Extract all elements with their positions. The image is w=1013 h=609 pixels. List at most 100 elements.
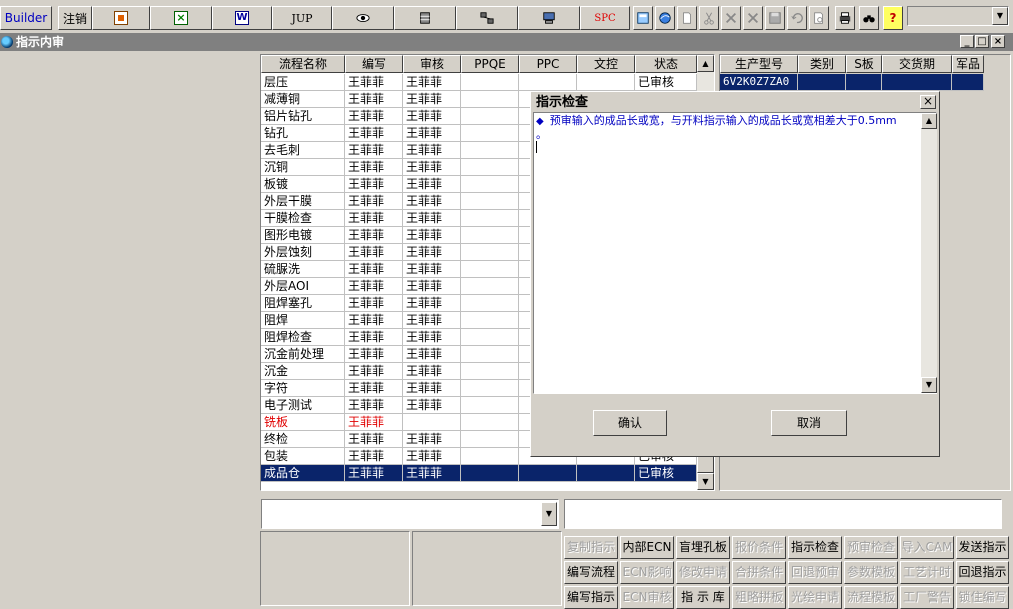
- help-button[interactable]: ?: [883, 6, 903, 30]
- undo-button[interactable]: [787, 6, 807, 30]
- maximize-button[interactable]: □: [975, 35, 989, 48]
- browser-button[interactable]: [655, 6, 675, 30]
- product-table-header: 生产型号 类别 S板 交货期 军品: [720, 55, 1010, 73]
- app-logo-icon: [1, 36, 13, 48]
- table-row[interactable]: 成品仓 王菲菲 王菲菲 已审核: [261, 465, 697, 482]
- scroll-thumb[interactable]: [697, 456, 714, 473]
- dialog-close-icon[interactable]: ×: [920, 95, 936, 109]
- table-cell: 6V2K0Z7ZA0: [720, 74, 798, 91]
- dialog-message: ◆ 预审输入的成品长或宽，与开料指示输入的成品长或宽相差大于0.5mm 。: [536, 114, 920, 156]
- action-button[interactable]: 编写流程: [564, 561, 618, 584]
- table-row[interactable]: 6V2K0Z7ZA0: [720, 74, 984, 91]
- flow-header-cell[interactable]: PPQE: [461, 55, 519, 73]
- table-cell: 王菲菲: [403, 210, 461, 227]
- table-cell: 王菲菲: [403, 261, 461, 278]
- mdi-title-bar: 指示内审 _ □ ×: [0, 34, 1013, 51]
- flow-header-cell[interactable]: PPC: [519, 55, 577, 73]
- dialog-message-text: 预审输入的成品长或宽，与开料指示输入的成品长或宽相差大于0.5mm: [549, 114, 897, 127]
- save-button[interactable]: [765, 6, 785, 30]
- action-button[interactable]: ECN影响: [620, 561, 674, 584]
- flow-header-cell[interactable]: 文控: [577, 55, 635, 73]
- minimize-button[interactable]: _: [960, 35, 974, 48]
- table-cell: 沉金前处理: [261, 346, 345, 363]
- close-document-button[interactable]: [721, 6, 741, 30]
- table-cell: 已审核: [635, 465, 697, 482]
- jup-button[interactable]: JUP: [272, 6, 332, 30]
- table-cell: [461, 125, 519, 142]
- table-cell: [461, 448, 519, 465]
- action-button[interactable]: 报价条件: [732, 536, 786, 559]
- action-button[interactable]: 参数模板: [844, 561, 898, 584]
- product-header-cell[interactable]: 军品: [952, 55, 984, 73]
- network-button[interactable]: [456, 6, 518, 30]
- delete-button[interactable]: [743, 6, 763, 30]
- action-button[interactable]: 指示检查: [788, 536, 842, 559]
- action-button[interactable]: 回退指示: [956, 561, 1009, 584]
- cut-button[interactable]: [699, 6, 719, 30]
- product-header-cell[interactable]: S板: [846, 55, 882, 73]
- action-button[interactable]: 内部ECN: [620, 536, 674, 559]
- product-header-cell[interactable]: 类别: [798, 55, 846, 73]
- action-button[interactable]: 回退预审: [788, 561, 842, 584]
- logout-button[interactable]: 注销: [58, 6, 92, 30]
- table-cell: 阻焊塞孔: [261, 295, 345, 312]
- flow-header-cell[interactable]: 审核: [403, 55, 461, 73]
- powerpoint-button[interactable]: [92, 6, 150, 30]
- table-cell: [461, 363, 519, 380]
- flow-header-cell[interactable]: 流程名称: [261, 55, 345, 73]
- new-document-button[interactable]: [677, 6, 697, 30]
- builder-button[interactable]: Builder: [0, 6, 52, 30]
- action-button[interactable]: 导入CAM: [900, 536, 954, 559]
- word-button[interactable]: W: [212, 6, 272, 30]
- action-button[interactable]: 修改申请: [676, 561, 730, 584]
- action-button[interactable]: 预审检查: [844, 536, 898, 559]
- product-header-cell[interactable]: 交货期: [882, 55, 952, 73]
- powerpoint-icon: [114, 11, 128, 25]
- close-window-button[interactable]: ×: [991, 35, 1005, 48]
- find-button[interactable]: [859, 6, 879, 30]
- table-cell: 王菲菲: [345, 414, 403, 431]
- main-toolbar: Builder 注销 × W JUP SPC ? ▼: [0, 0, 1013, 34]
- table-cell: 减薄铜: [261, 91, 345, 108]
- table-cell: [461, 312, 519, 329]
- cancel-button[interactable]: 取消: [771, 410, 847, 436]
- action-button[interactable]: 合拼条件: [732, 561, 786, 584]
- combo-chevron-down-icon[interactable]: ▼: [541, 502, 557, 526]
- excel-button[interactable]: ×: [150, 6, 212, 30]
- table-cell: 王菲菲: [403, 159, 461, 176]
- filter-combobox[interactable]: ▼: [261, 499, 559, 529]
- scroll-up-icon[interactable]: ▲: [697, 55, 714, 72]
- ok-button[interactable]: 确认: [593, 410, 667, 436]
- flow-header-cell[interactable]: 状态: [635, 55, 697, 73]
- scroll-down-icon[interactable]: ▼: [697, 473, 714, 490]
- dialog-scrollbar[interactable]: ▲ ▼: [921, 113, 937, 393]
- dialog-scroll-up-icon[interactable]: ▲: [921, 113, 937, 129]
- note-text-field[interactable]: [564, 499, 1002, 529]
- table-cell: [952, 74, 984, 91]
- action-button[interactable]: 工艺计时: [900, 561, 954, 584]
- print-button[interactable]: [835, 6, 855, 30]
- view-button[interactable]: [332, 6, 394, 30]
- table-cell: [461, 397, 519, 414]
- dialog-scroll-down-icon[interactable]: ▼: [921, 377, 937, 393]
- action-button[interactable]: 复制指示: [564, 536, 618, 559]
- table-cell: 王菲菲: [345, 312, 403, 329]
- ok-label: 确认: [617, 416, 642, 430]
- computer-button[interactable]: [518, 6, 580, 30]
- table-cell: 王菲菲: [345, 244, 403, 261]
- chevron-down-icon[interactable]: ▼: [992, 7, 1008, 25]
- dialog-message-area[interactable]: ◆ 预审输入的成品长或宽，与开料指示输入的成品长或宽相差大于0.5mm 。 ▲ ▼: [533, 112, 937, 394]
- action-button[interactable]: 发送指示: [956, 536, 1009, 559]
- table-cell: 沉铜: [261, 159, 345, 176]
- flow-header-cell[interactable]: 编写: [345, 55, 403, 73]
- action-button[interactable]: 盲埋孔板: [676, 536, 730, 559]
- table-cell: 包装: [261, 448, 345, 465]
- database-button[interactable]: [394, 6, 456, 30]
- spc-button[interactable]: SPC: [580, 6, 630, 30]
- product-header-cell[interactable]: 生产型号: [720, 55, 798, 73]
- print-preview-button[interactable]: [809, 6, 829, 30]
- calculator-button[interactable]: [633, 6, 653, 30]
- table-cell: [461, 295, 519, 312]
- toolbar-combobox[interactable]: ▼: [907, 6, 1009, 26]
- table-row[interactable]: 层压 王菲菲 王菲菲 已审核: [261, 74, 697, 91]
